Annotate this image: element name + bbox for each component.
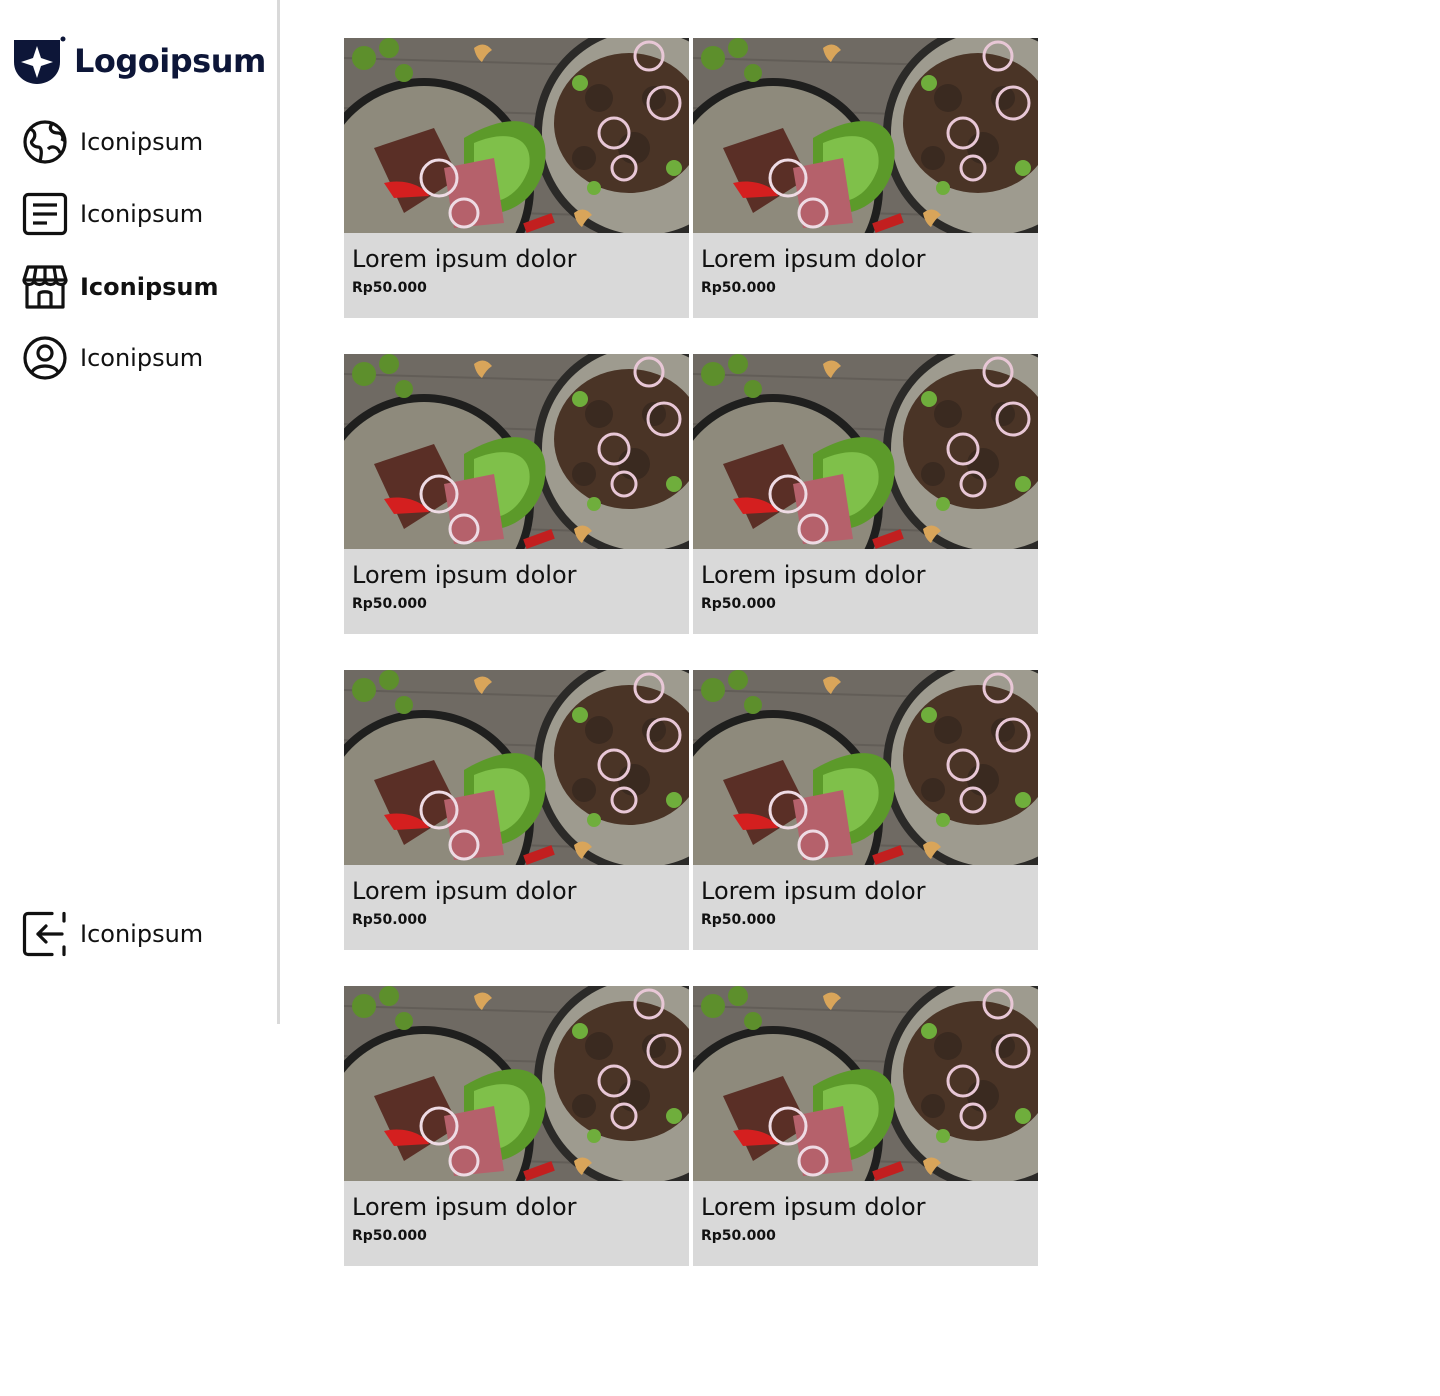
food-plate-image — [344, 354, 689, 549]
sidebar-item-globe[interactable]: Iconipsum — [22, 119, 203, 165]
product-title: Lorem ipsum dolor — [701, 1193, 926, 1221]
product-card[interactable]: Lorem ipsum dolor Rp50.000 — [693, 354, 1038, 634]
product-title: Lorem ipsum dolor — [352, 561, 577, 589]
product-title: Lorem ipsum dolor — [352, 877, 577, 905]
sidebar-item-label: Iconipsum — [80, 344, 204, 372]
product-price: Rp50.000 — [352, 1228, 427, 1244]
product-price: Rp50.000 — [352, 596, 427, 612]
brand-logo[interactable]: Logoipsum — [12, 36, 266, 86]
sidebar-item-label: Iconipsum — [80, 273, 219, 301]
food-plate-image — [693, 670, 1038, 865]
logo-mark-icon — [14, 36, 66, 84]
store-icon — [22, 264, 68, 310]
sidebar: Logoipsum Iconipsum Iconipsum Iconipsum … — [0, 0, 280, 1024]
product-title: Lorem ipsum dolor — [352, 1193, 577, 1221]
sidebar-item-label: Iconipsum — [80, 920, 204, 948]
sidebar-item-label: Iconipsum — [80, 128, 204, 156]
product-price: Rp50.000 — [701, 596, 776, 612]
product-card[interactable]: Lorem ipsum dolor Rp50.000 — [693, 38, 1038, 318]
food-plate-image — [344, 986, 689, 1181]
sidebar-item-label: Iconipsum — [80, 200, 204, 228]
food-plate-image — [693, 38, 1038, 233]
product-title: Lorem ipsum dolor — [352, 245, 577, 273]
product-title: Lorem ipsum dolor — [701, 561, 926, 589]
logout-icon — [22, 911, 68, 957]
product-price: Rp50.000 — [701, 1228, 776, 1244]
product-price: Rp50.000 — [352, 912, 427, 928]
food-plate-image — [344, 38, 689, 233]
product-price: Rp50.000 — [701, 280, 776, 296]
brand-name: Logoipsum — [74, 42, 266, 80]
user-circle-icon — [22, 335, 68, 381]
product-card[interactable]: Lorem ipsum dolor Rp50.000 — [693, 986, 1038, 1266]
document-icon — [22, 191, 68, 237]
product-card[interactable]: Lorem ipsum dolor Rp50.000 — [344, 38, 689, 318]
product-card[interactable]: Lorem ipsum dolor Rp50.000 — [344, 670, 689, 950]
sidebar-item-logout[interactable]: Iconipsum — [22, 911, 203, 957]
food-plate-image — [693, 986, 1038, 1181]
product-price: Rp50.000 — [352, 280, 427, 296]
product-price: Rp50.000 — [701, 912, 776, 928]
food-plate-image — [693, 354, 1038, 549]
product-card[interactable]: Lorem ipsum dolor Rp50.000 — [693, 670, 1038, 950]
product-title: Lorem ipsum dolor — [701, 245, 926, 273]
globe-icon — [22, 119, 68, 165]
product-card[interactable]: Lorem ipsum dolor Rp50.000 — [344, 986, 689, 1266]
product-card[interactable]: Lorem ipsum dolor Rp50.000 — [344, 354, 689, 634]
sidebar-item-store[interactable]: Iconipsum — [22, 264, 219, 310]
sidebar-item-profile[interactable]: Iconipsum — [22, 335, 203, 381]
sidebar-item-document[interactable]: Iconipsum — [22, 191, 203, 237]
food-plate-image — [344, 670, 689, 865]
product-title: Lorem ipsum dolor — [701, 877, 926, 905]
